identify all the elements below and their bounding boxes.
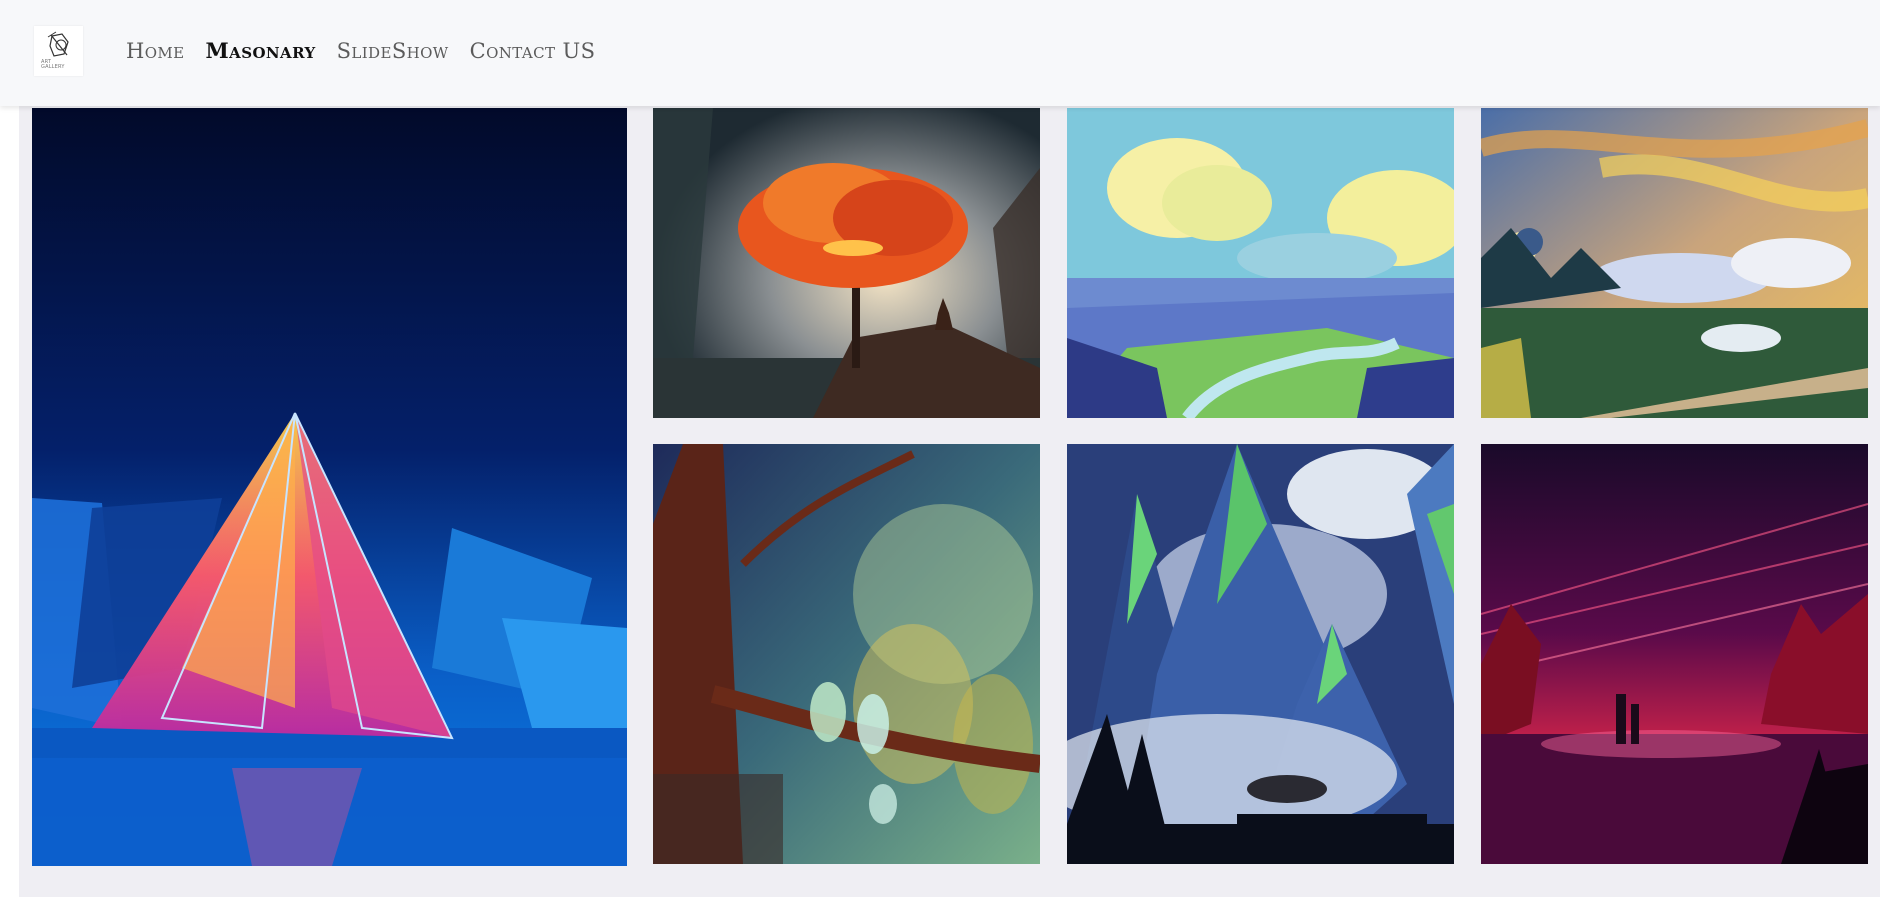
logo-text: ART GALLERY: [41, 59, 65, 70]
top-navbar: ART GALLERY Home Masonary SlideShow Cont…: [0, 0, 1880, 106]
nav-home-link[interactable]: Home: [126, 39, 185, 63]
nav-contact-us-link[interactable]: Contact US: [470, 39, 596, 63]
nav-slideshow-link[interactable]: SlideShow: [337, 39, 449, 63]
forest-spirits-branch-image[interactable]: [653, 444, 1040, 864]
burning-tree-deer-image[interactable]: [653, 108, 1040, 418]
masonry-gallery: [19, 106, 1880, 897]
magenta-sky-wolf-image[interactable]: [1481, 444, 1868, 864]
nav-masonary-link[interactable]: Masonary: [206, 38, 316, 63]
green-mountains-train-image[interactable]: [1067, 444, 1454, 864]
main-nav: Home Masonary SlideShow Contact US: [126, 38, 616, 63]
crescent-moon-fields-image[interactable]: [1481, 108, 1868, 418]
logo-icon[interactable]: ART GALLERY: [34, 26, 83, 76]
river-valley-clouds-image[interactable]: [1067, 108, 1454, 418]
prism-crystals-image[interactable]: [32, 108, 627, 866]
